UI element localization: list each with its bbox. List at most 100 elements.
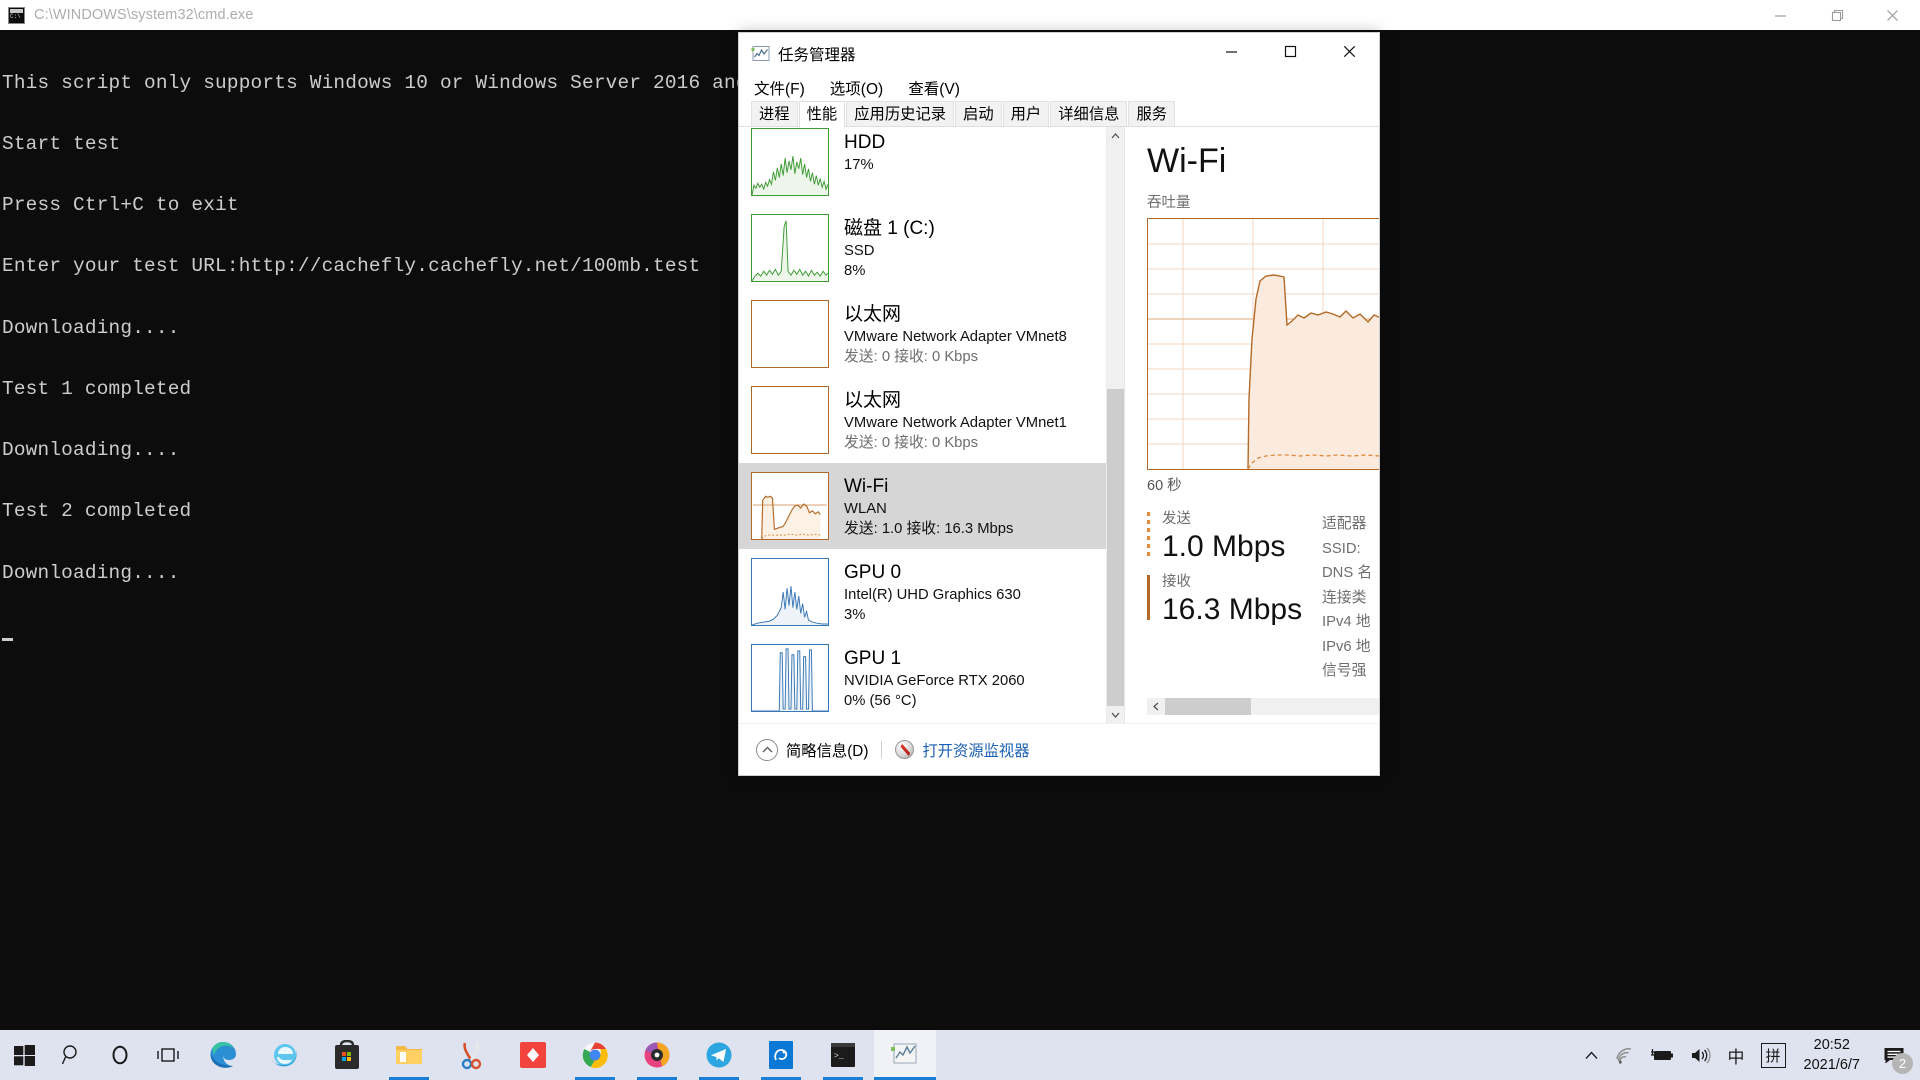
- cmd-minimize-button[interactable]: [1752, 0, 1808, 30]
- menu-options[interactable]: 选项(O): [828, 76, 885, 100]
- device-stat: 0% (56 °C): [844, 693, 917, 709]
- stat-label: 接收: [1162, 574, 1191, 590]
- device-name: 磁盘 1 (C:): [844, 218, 935, 239]
- cmd-close-button[interactable]: [1864, 0, 1920, 30]
- info-label-ipv4: IPv4 地: [1322, 614, 1371, 630]
- taskbar-app-everything-search[interactable]: [502, 1030, 564, 1080]
- cortana-icon[interactable]: [96, 1030, 144, 1080]
- clock-date: 2021/6/7: [1803, 1057, 1860, 1073]
- tray-speaker-icon[interactable]: [1682, 1030, 1720, 1080]
- list-item[interactable]: 以太网 VMware Network Adapter VMnet8 发送: 0 …: [739, 291, 1107, 377]
- fewer-details-label: 简略信息(D): [786, 742, 869, 760]
- tray-overflow-chevron-up-icon[interactable]: [1577, 1030, 1606, 1080]
- info-label-connection-type: 连接类: [1322, 589, 1367, 606]
- device-stat: 发送: 0 接收: 0 Kbps: [844, 349, 979, 365]
- start-button[interactable]: [0, 1030, 48, 1080]
- receive-marker-icon: [1147, 575, 1150, 620]
- wifi-detail-panel: Wi-Fi 吞吐量 60 秒 发送 1.0 Mbps 接收 16.3 Mbps …: [1125, 127, 1379, 723]
- tray-wifi-icon[interactable]: [1606, 1030, 1642, 1080]
- tab-processes[interactable]: 进程: [751, 101, 798, 126]
- scroll-up-icon[interactable]: [1107, 127, 1124, 144]
- device-list-scrollbar[interactable]: [1106, 127, 1124, 723]
- stat-value: 16.3 Mbps: [1162, 593, 1303, 626]
- tray-ime-pinyin-wrap[interactable]: 拼: [1753, 1030, 1794, 1080]
- sparkline-hdd: [751, 128, 829, 196]
- tray-ime-mode[interactable]: 中: [1720, 1030, 1753, 1080]
- menu-view[interactable]: 查看(V): [906, 76, 962, 100]
- search-icon[interactable]: [48, 1030, 96, 1080]
- task-view-icon[interactable]: [144, 1030, 192, 1080]
- tab-startup[interactable]: 启动: [955, 101, 1002, 126]
- taskbar-app-google-chrome[interactable]: [564, 1030, 626, 1080]
- throughput-chart: [1147, 218, 1379, 470]
- scrollbar-thumb[interactable]: [1107, 389, 1124, 706]
- sparkline-ethernet-vmnet1: [751, 386, 829, 454]
- list-item-wifi[interactable]: Wi-Fi WLAN 发送: 1.0 接收: 16.3 Mbps: [739, 463, 1107, 549]
- device-subtitle: VMware Network Adapter VMnet8: [844, 329, 1067, 345]
- taskbar-app-internet-explorer[interactable]: [254, 1030, 316, 1080]
- fewer-details-button[interactable]: 简略信息(D): [756, 738, 869, 761]
- taskbar-app-microsoft-edge[interactable]: [192, 1030, 254, 1080]
- task-manager-tabs: 进程 性能 应用历史记录 启动 用户 详细信息 服务: [739, 101, 1379, 127]
- taskbar-app-file-explorer[interactable]: [378, 1030, 440, 1080]
- tray-battery-charging-icon[interactable]: [1642, 1030, 1682, 1080]
- task-manager-close-button[interactable]: [1320, 33, 1379, 70]
- tab-app-history[interactable]: 应用历史记录: [846, 101, 955, 126]
- cmd-title-bar[interactable]: C:\WINDOWS\system32\cmd.exe: [0, 0, 1920, 30]
- stat-value: 1.0 Mbps: [1162, 530, 1286, 563]
- info-label-adapter: 适配器: [1322, 516, 1367, 532]
- list-item[interactable]: HDD 17%: [739, 127, 1107, 205]
- scrollbar-thumb[interactable]: [1165, 698, 1251, 715]
- detail-horizontal-scrollbar[interactable]: [1147, 698, 1379, 715]
- taskbar-app-unknown-blue-app[interactable]: [750, 1030, 812, 1080]
- device-name: GPU 0: [844, 562, 902, 583]
- chevron-up-icon: [756, 738, 778, 761]
- task-manager-window-buttons: [1202, 33, 1379, 70]
- cmd-title-text: C:\WINDOWS\system32\cmd.exe: [34, 7, 254, 23]
- task-manager-maximize-button[interactable]: [1261, 33, 1320, 70]
- task-manager-title-bar[interactable]: 任务管理器: [739, 33, 1379, 74]
- open-resource-monitor-link[interactable]: 打开资源监视器: [895, 739, 1030, 761]
- tab-services[interactable]: 服务: [1128, 101, 1176, 126]
- menu-file[interactable]: 文件(F): [752, 76, 807, 100]
- tab-users[interactable]: 用户: [1002, 101, 1050, 126]
- divider: [881, 741, 883, 758]
- taskbar-app-potplayer[interactable]: [626, 1030, 688, 1080]
- tray-ime-pinyin: 拼: [1760, 1042, 1786, 1068]
- list-item[interactable]: 以太网 VMware Network Adapter VMnet1 发送: 0 …: [739, 377, 1107, 463]
- device-subtitle: Intel(R) UHD Graphics 630: [844, 587, 1021, 603]
- device-name: 以太网: [844, 390, 902, 411]
- scroll-down-icon[interactable]: [1107, 706, 1124, 723]
- notification-icon[interactable]: 2: [1872, 1030, 1916, 1080]
- device-name: HDD: [844, 132, 886, 153]
- open-resource-monitor-label: 打开资源监视器: [922, 742, 1030, 760]
- resource-monitor-icon: [895, 740, 915, 759]
- tab-details[interactable]: 详细信息: [1050, 101, 1128, 126]
- device-subtitle: WLAN: [844, 501, 887, 517]
- taskbar-app-snipping-tool[interactable]: [440, 1030, 502, 1080]
- list-item[interactable]: GPU 1 NVIDIA GeForce RTX 2060 0% (56 °C): [739, 635, 1107, 721]
- taskbar-app-microsoft-store[interactable]: [316, 1030, 378, 1080]
- tab-performance[interactable]: 性能: [798, 101, 846, 127]
- notification-count-badge: 2: [1892, 1053, 1913, 1074]
- taskbar-app-telegram[interactable]: [688, 1030, 750, 1080]
- list-item[interactable]: 磁盘 1 (C:) SSD 8%: [739, 205, 1107, 291]
- clock[interactable]: 20:52 2021/6/7: [1794, 1035, 1872, 1075]
- taskbar-spacer: [936, 1030, 1577, 1080]
- cmd-maximize-button[interactable]: [1808, 0, 1864, 30]
- device-subtitle: NVIDIA GeForce RTX 2060: [844, 673, 1025, 689]
- task-manager-minimize-button[interactable]: [1202, 33, 1261, 70]
- device-subtitle: SSD: [844, 243, 875, 259]
- console-icon: [8, 6, 25, 24]
- task-manager-status-bar: 简略信息(D) 打开资源监视器: [739, 723, 1379, 775]
- performance-device-list: HDD 17% 磁盘 1 (C:) SSD 8% 以太网 VMware Netw…: [739, 127, 1125, 723]
- taskbar-app-task-manager[interactable]: [874, 1030, 936, 1080]
- scroll-left-icon[interactable]: [1147, 698, 1164, 715]
- info-label-ipv6: IPv6 地: [1322, 638, 1371, 655]
- device-name: 以太网: [844, 304, 902, 325]
- taskbar-app-command-prompt[interactable]: >_: [812, 1030, 874, 1080]
- device-name: Wi-Fi: [844, 476, 889, 497]
- device-stat: 3%: [844, 607, 866, 623]
- list-item[interactable]: GPU 0 Intel(R) UHD Graphics 630 3%: [739, 549, 1107, 635]
- device-name: GPU 1: [844, 648, 902, 669]
